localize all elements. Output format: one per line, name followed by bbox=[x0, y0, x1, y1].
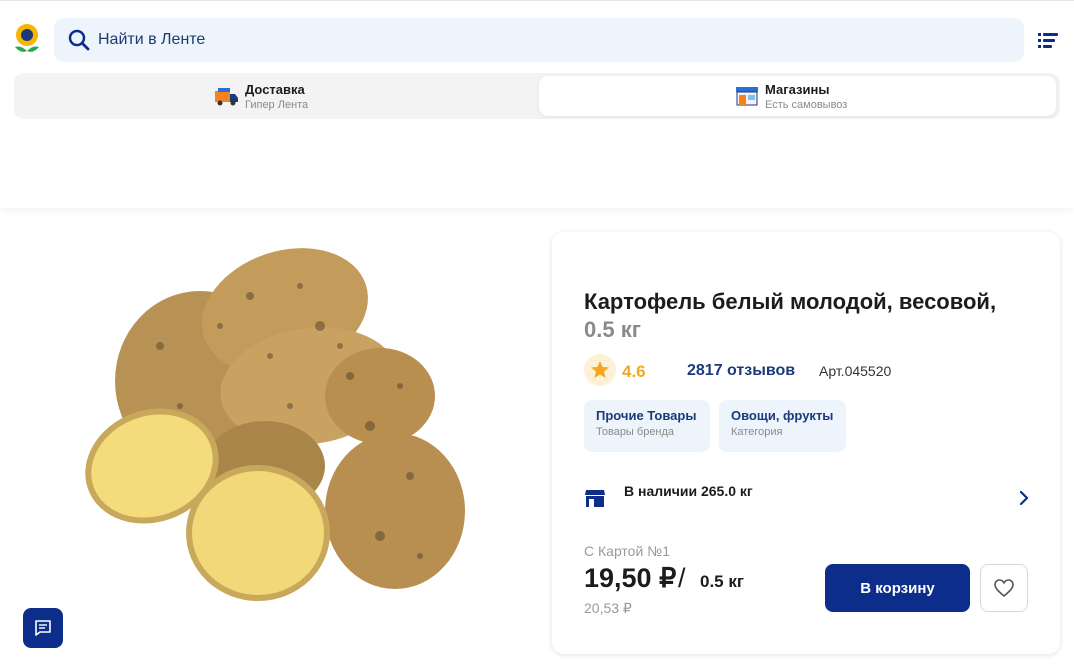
product-image bbox=[85, 248, 465, 601]
truck-icon bbox=[215, 88, 238, 106]
price-label: С Картой №1 bbox=[584, 543, 670, 559]
chat-icon bbox=[35, 620, 51, 636]
search-bar[interactable]: Найти в Ленте bbox=[54, 18, 1024, 62]
chevron-right-icon bbox=[1019, 490, 1029, 506]
chip-brand-subtitle: Товары бренда bbox=[596, 426, 675, 438]
chip-category-subtitle: Категория bbox=[731, 426, 783, 438]
mode-tabs: Доставка Гипер Лента Магазины Есть самов… bbox=[14, 73, 1060, 119]
rating-badge bbox=[584, 354, 616, 386]
favorite-button[interactable] bbox=[980, 564, 1028, 612]
reviews-link[interactable]: 2817 отзывов bbox=[687, 362, 795, 380]
heart-icon bbox=[994, 579, 1014, 598]
rating-value: 4.6 bbox=[622, 362, 646, 381]
filter-list-icon[interactable] bbox=[1038, 31, 1058, 49]
tab-stores[interactable]: Магазины Есть самовывоз bbox=[539, 76, 1056, 116]
article-number: Арт.045520 bbox=[819, 363, 892, 379]
store-icon bbox=[736, 87, 758, 106]
price-unit: 0.5 кг bbox=[700, 572, 744, 591]
product-page: Найти в Ленте Доставка Гипер Лента Магаз… bbox=[0, 0, 1074, 664]
chip-brand[interactable]: Прочие Товары Товары бренда bbox=[584, 400, 710, 452]
add-to-cart-button[interactable]: В корзину bbox=[825, 564, 970, 612]
store-front-icon bbox=[585, 490, 605, 507]
search-input[interactable]: Найти в Ленте bbox=[98, 31, 205, 49]
header: Найти в Ленте Доставка Гипер Лента Магаз… bbox=[0, 0, 1074, 208]
stock-status: В наличии 265.0 кг bbox=[624, 483, 753, 499]
tab-stores-title: Магазины bbox=[765, 82, 830, 97]
product-title-text: Картофель белый молодой, весовой, bbox=[584, 289, 997, 314]
star-icon bbox=[591, 361, 609, 378]
tab-delivery-title: Доставка bbox=[245, 82, 305, 97]
old-price: 20,53 ₽ bbox=[584, 600, 632, 616]
chip-brand-title: Прочие Товары bbox=[596, 408, 697, 423]
search-icon bbox=[68, 29, 90, 51]
price-separator: / bbox=[678, 563, 686, 593]
product-title: Картофель белый молодой, весовой, 0.5 кг bbox=[584, 288, 1034, 344]
chip-category-title: Овощи, фрукты bbox=[731, 408, 834, 423]
tab-delivery-subtitle: Гипер Лента bbox=[245, 99, 309, 111]
lenta-logo[interactable] bbox=[12, 23, 42, 57]
product-weight: 0.5 кг bbox=[584, 317, 641, 342]
product-card: Картофель белый молодой, весовой, 0.5 кг … bbox=[552, 232, 1060, 654]
tab-delivery[interactable]: Доставка Гипер Лента bbox=[17, 76, 535, 116]
chip-category[interactable]: Овощи, фрукты Категория bbox=[719, 400, 846, 452]
price: 19,50 ₽ bbox=[584, 563, 677, 593]
chat-button[interactable] bbox=[23, 608, 63, 648]
tab-stores-subtitle: Есть самовывоз bbox=[765, 99, 848, 111]
stock-row[interactable]: В наличии 265.0 кг bbox=[584, 478, 1030, 518]
